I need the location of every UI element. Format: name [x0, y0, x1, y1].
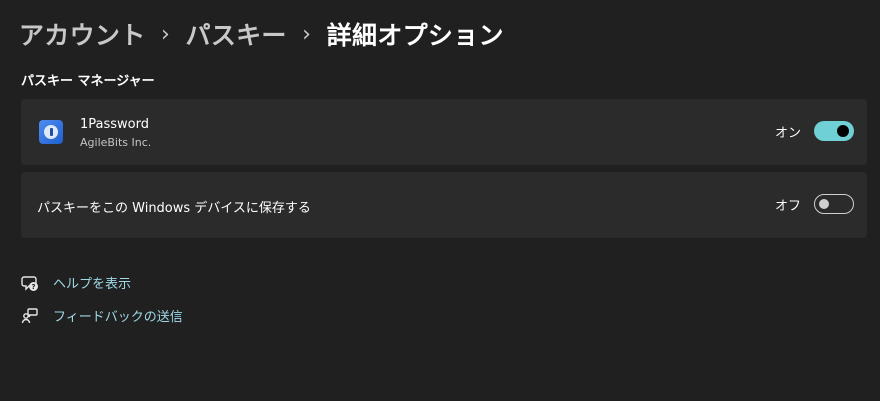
breadcrumb-separator-icon: › [302, 21, 312, 47]
toggle-state-label: オフ [774, 198, 801, 214]
breadcrumb-separator-icon: › [160, 21, 171, 47]
provider-toggle-switch[interactable] [814, 121, 854, 141]
feedback-link[interactable]: フィードバックの送信 [53, 306, 183, 325]
toggle-state-label: オン [774, 125, 801, 141]
provider-publisher: AgileBits Inc. [80, 136, 152, 149]
svg-text:?: ? [31, 283, 35, 291]
breadcrumb-item-passkeys[interactable]: パスキー [186, 16, 287, 52]
help-link[interactable]: ヘルプを表示 [53, 273, 131, 292]
toggle-knob [837, 125, 849, 137]
toggle-knob [819, 199, 829, 209]
save-to-windows-label: パスキーをこの Windows デバイスに保存する [37, 201, 311, 216]
breadcrumb-item-account[interactable]: アカウント [19, 16, 146, 52]
page-title: 詳細オプション [326, 21, 504, 50]
feedback-icon [20, 307, 40, 325]
feedback-link-row[interactable]: フィードバックの送信 [20, 306, 183, 325]
provider-toggle-group: オン [775, 121, 854, 141]
passkey-manager-card: 1Password AgileBits Inc. オン [21, 99, 867, 165]
section-heading-passkey-manager: パスキー マネージャー [21, 74, 155, 89]
save-to-windows-toggle-group: オフ [775, 194, 854, 214]
help-link-row[interactable]: ? ヘルプを表示 [20, 273, 131, 292]
provider-name: 1Password [80, 117, 149, 132]
1password-logo-icon [39, 120, 63, 144]
help-chat-icon: ? [20, 274, 40, 292]
save-to-windows-toggle-switch[interactable] [814, 194, 854, 214]
save-to-windows-card: パスキーをこの Windows デバイスに保存する オフ [21, 172, 867, 238]
breadcrumb: アカウント › パスキー › 詳細オプション [19, 14, 504, 54]
settings-page: アカウント › パスキー › 詳細オプション パスキー マネージャー 1Pass… [0, 0, 880, 401]
